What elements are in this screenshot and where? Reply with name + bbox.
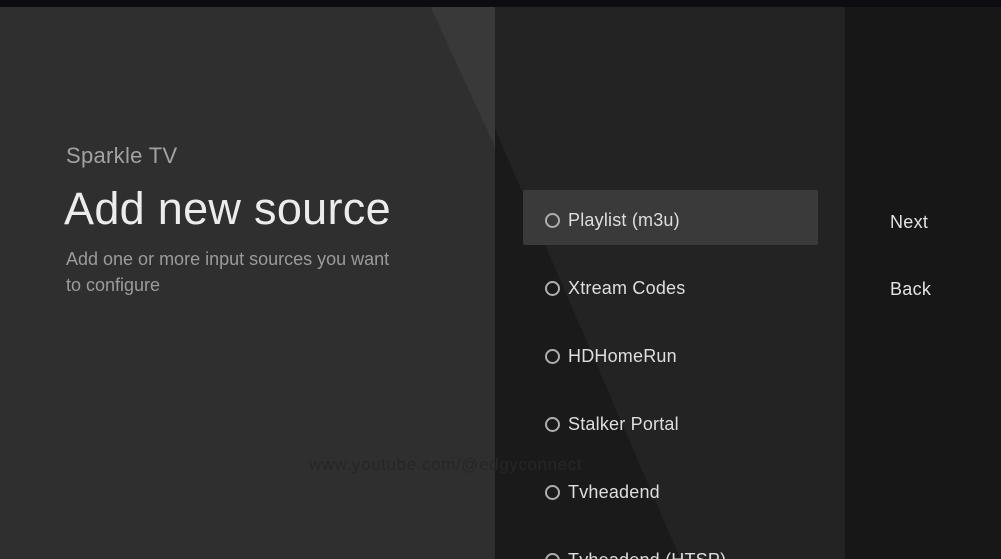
info-panel: Sparkle TV Add new source Add one or mor… (0, 7, 495, 559)
radio-icon (545, 212, 560, 228)
watermark: www.youtube.com/@edgyconnect (309, 455, 583, 474)
radio-icon (545, 552, 560, 559)
next-button[interactable]: Next (890, 211, 928, 233)
app-title: Sparkle TV (66, 143, 178, 168)
option-stalker-portal[interactable]: Stalker Portal (495, 390, 845, 458)
option-label: Xtream Codes (568, 277, 686, 298)
setup-wizard-screen: Sparkle TV Add new source Add one or mor… (0, 0, 1001, 559)
back-button[interactable]: Back (890, 278, 931, 300)
option-label: HDHomeRun (568, 345, 677, 366)
radio-icon (545, 416, 560, 432)
option-label: Tvheadend (568, 481, 660, 502)
option-label: Stalker Portal (568, 413, 679, 434)
option-label: Playlist (m3u) (568, 209, 680, 230)
option-hdhomerun[interactable]: HDHomeRun (495, 322, 845, 390)
option-xtream-codes[interactable]: Xtream Codes (495, 254, 845, 322)
option-tvheadend-htsp[interactable]: Tvheadend (HTSP) (495, 526, 845, 559)
radio-icon (545, 484, 560, 500)
radio-icon (545, 280, 560, 296)
page-title: Add new source (64, 183, 391, 234)
wizard-actions-panel: Next Back (845, 7, 1001, 559)
radio-icon (545, 348, 560, 364)
background-light-wedge (430, 7, 495, 147)
option-label: Tvheadend (HTSP) (568, 550, 726, 559)
source-options-list: Playlist (m3u) Xtream Codes HDHomeRun St… (495, 186, 845, 559)
option-playlist-m3u[interactable]: Playlist (m3u) (495, 186, 845, 254)
top-status-bar (0, 0, 1001, 7)
page-subtitle: Add one or more input sources you want t… (66, 249, 390, 295)
source-options-panel: Playlist (m3u) Xtream Codes HDHomeRun St… (495, 7, 845, 559)
